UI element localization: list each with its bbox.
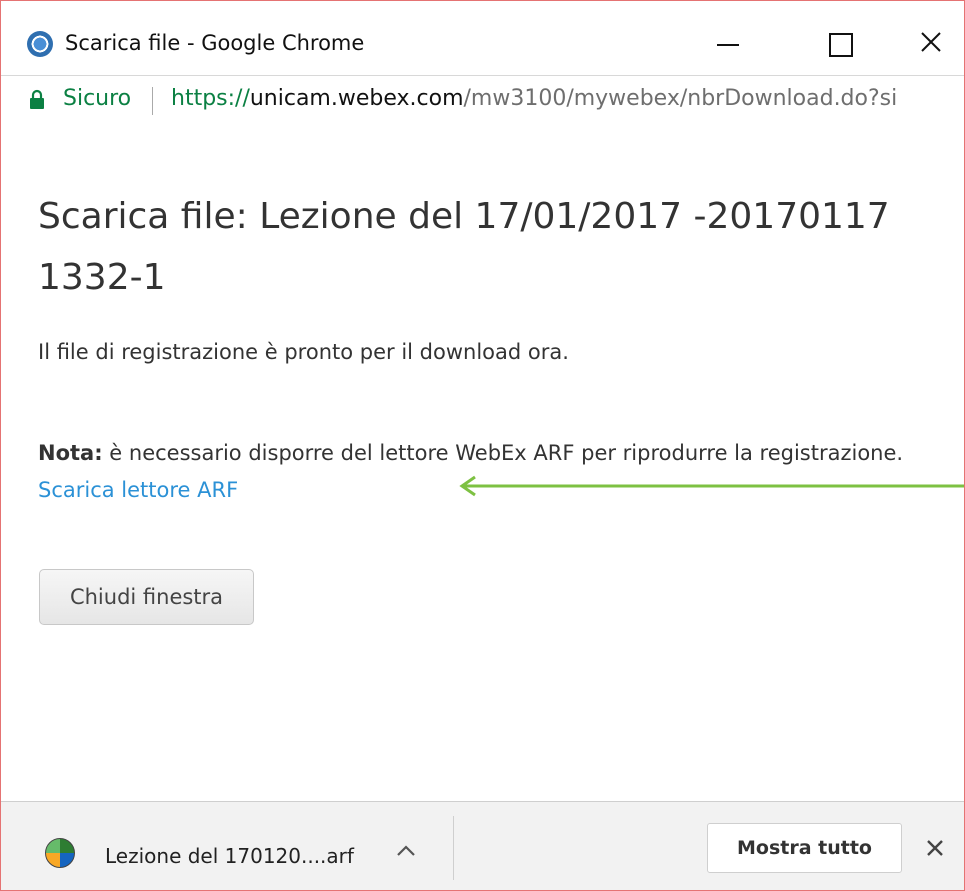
browser-window: Scarica file - Google Chrome Sicuro http… — [0, 0, 965, 891]
download-divider — [453, 816, 454, 880]
url-scheme: https:// — [171, 86, 250, 111]
page-title: Scarica file: Lezione del 17/01/2017 -20… — [38, 196, 890, 298]
arrow-annotation — [459, 475, 964, 497]
chevron-up-icon[interactable] — [394, 842, 418, 858]
page-content: Scarica file: Lezione del 17/01/2017 -20… — [1, 126, 964, 801]
download-player-link[interactable]: Scarica lettore ARF — [38, 478, 238, 502]
url-host: unicam.webex.com — [249, 86, 464, 111]
close-icon — [921, 32, 941, 52]
title-bar: Scarica file - Google Chrome — [1, 1, 964, 73]
security-label[interactable]: Sicuro — [63, 86, 131, 111]
download-bar: Lezione del 170120....arf Mostra tutto — [1, 801, 964, 890]
window-title: Scarica file - Google Chrome — [65, 31, 365, 55]
arf-file-icon — [45, 838, 75, 868]
show-all-button[interactable]: Mostra tutto — [707, 823, 902, 873]
close-download-bar-icon[interactable] — [925, 838, 945, 858]
download-item[interactable]: Lezione del 170120....arf — [1, 802, 451, 890]
note-label: Nota: — [38, 441, 103, 465]
ready-message: Il file di registrazione è pronto per il… — [38, 340, 569, 364]
close-window-button-page[interactable]: Chiudi finestra — [39, 569, 254, 625]
note-text: è necessario disporre del lettore WebEx … — [102, 441, 904, 465]
url-text[interactable]: https://unicam.webex.com/mw3100/mywebex/… — [171, 86, 897, 111]
lock-icon — [30, 89, 44, 109]
chrome-icon — [27, 31, 53, 57]
maximize-button[interactable] — [805, 17, 875, 71]
minimize-button[interactable] — [689, 17, 759, 71]
address-bar[interactable]: Sicuro https://unicam.webex.com/mw3100/m… — [1, 75, 964, 127]
close-window-button[interactable] — [894, 17, 964, 71]
note-paragraph: Nota: è necessario disporre del lettore … — [38, 435, 918, 509]
address-divider — [152, 87, 153, 115]
download-file-name: Lezione del 170120....arf — [105, 844, 354, 868]
url-path: /mw3100/mywebex/nbrDownload.do?si — [463, 86, 898, 111]
